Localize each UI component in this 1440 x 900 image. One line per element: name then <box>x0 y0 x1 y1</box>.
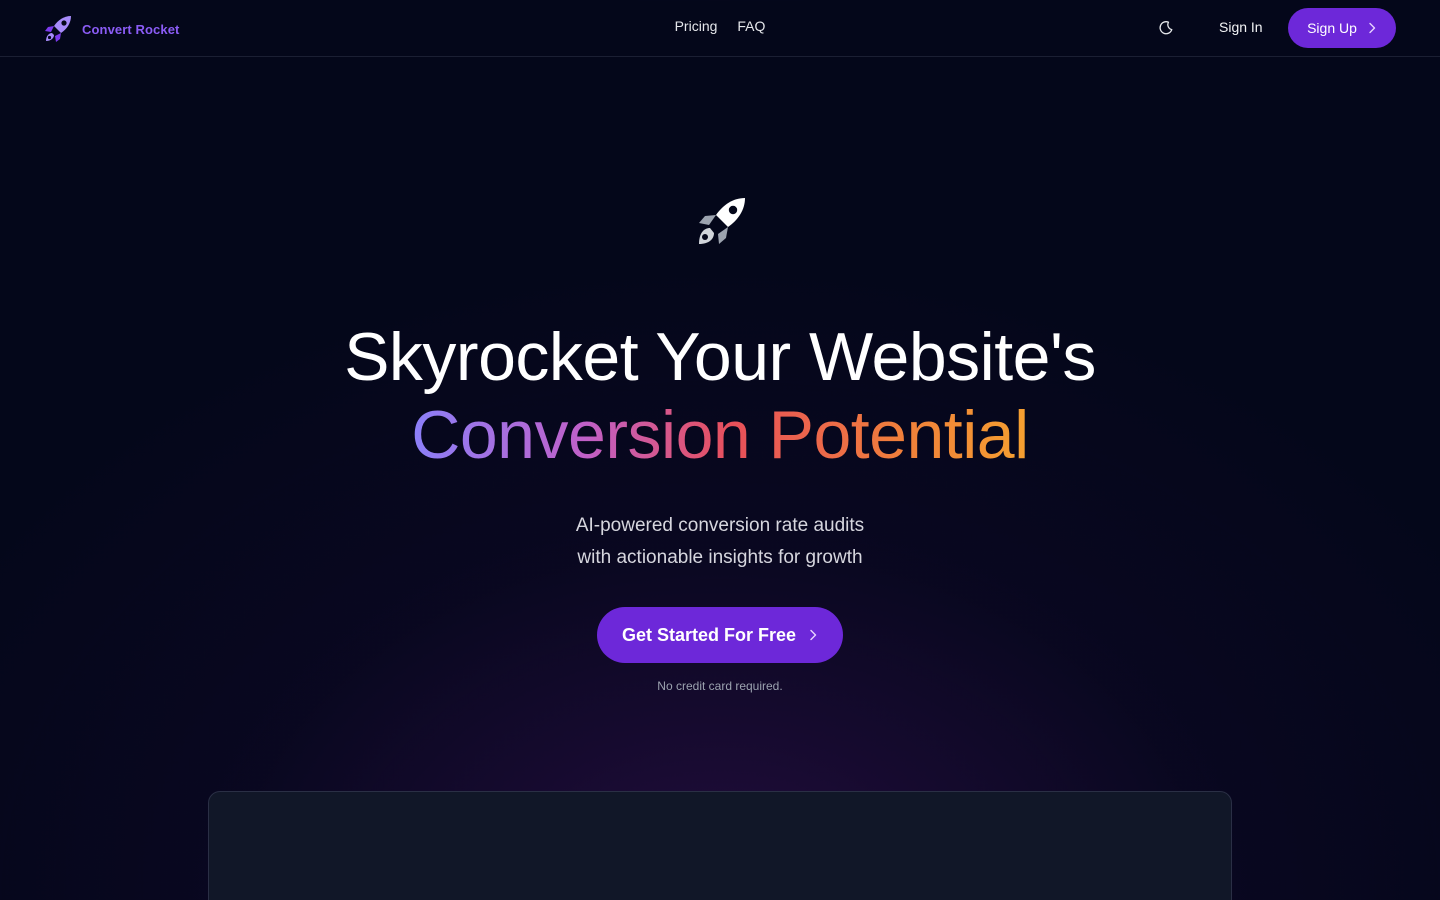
chevron-right-icon <box>810 629 817 641</box>
hero-subtitle: AI-powered conversion rate audits with a… <box>0 510 1440 574</box>
moon-icon <box>1159 21 1173 35</box>
brand-logo-link[interactable]: Convert Rocket <box>42 12 179 46</box>
theme-toggle-button[interactable] <box>1155 17 1177 39</box>
get-started-button[interactable]: Get Started For Free <box>597 607 843 663</box>
get-started-label: Get Started For Free <box>621 624 797 645</box>
rocket-icon <box>699 198 745 244</box>
nav-link-pricing[interactable]: Pricing <box>675 18 718 34</box>
sign-up-button[interactable]: Sign Up <box>1288 8 1396 48</box>
rocket-icon <box>45 16 71 42</box>
sign-in-link[interactable]: Sign In <box>1219 19 1263 35</box>
hero-headline: Skyrocket Your Website's Conversion Pote… <box>0 318 1440 474</box>
brand-name: Convert Rocket <box>82 21 180 37</box>
main-nav: Pricing FAQ <box>620 18 820 34</box>
subtitle-line-1: AI-powered conversion rate audits <box>575 515 865 536</box>
subtitle-line-2: with actionable insights for growth <box>577 547 863 568</box>
no-credit-card-note: No credit card required. <box>657 679 783 693</box>
chevron-right-icon <box>1369 22 1376 34</box>
product-preview-panel <box>208 791 1232 900</box>
sign-up-label: Sign Up <box>1307 20 1357 36</box>
headline-line-2-gradient: Conversion Potential <box>411 397 1029 473</box>
top-navigation-bar: Convert Rocket Pricing FAQ Sign In Sign … <box>0 0 1440 57</box>
headline-line-1: Skyrocket Your Website's <box>344 319 1096 395</box>
nav-link-faq[interactable]: FAQ <box>737 18 765 34</box>
